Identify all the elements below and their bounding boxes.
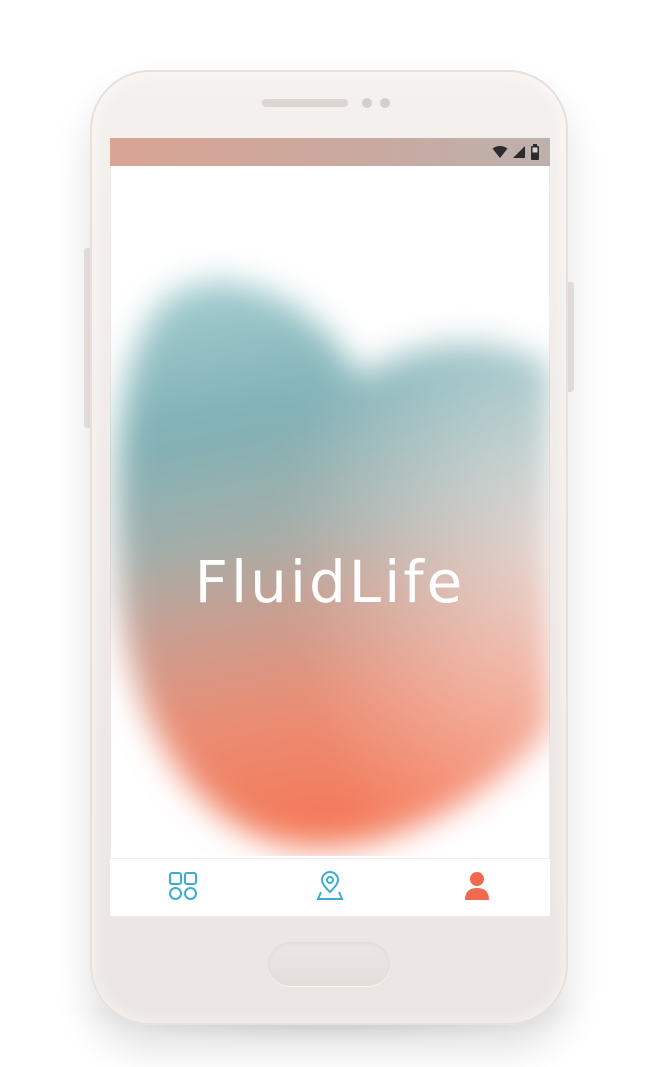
nav-profile[interactable] [437,864,517,912]
device-mockup: FluidLife [0,0,662,1067]
earpiece-speaker [262,99,348,107]
cellular-signal-icon [512,145,526,159]
nav-location[interactable] [290,864,370,912]
app-screen: FluidLife [110,138,550,916]
grid-icon [168,871,198,905]
proximity-sensor [380,98,390,108]
fluid-blob-artwork [110,166,550,856]
nav-dashboard[interactable] [143,864,223,912]
home-button[interactable] [268,942,390,986]
front-camera [362,98,372,108]
status-icons [492,144,540,160]
bottom-navigation [110,858,550,916]
battery-icon [530,144,540,160]
map-pin-icon [315,870,345,906]
app-logo-text: FluidLife [194,548,466,616]
wifi-icon [492,145,508,159]
status-bar [110,138,550,166]
user-icon [464,871,490,905]
